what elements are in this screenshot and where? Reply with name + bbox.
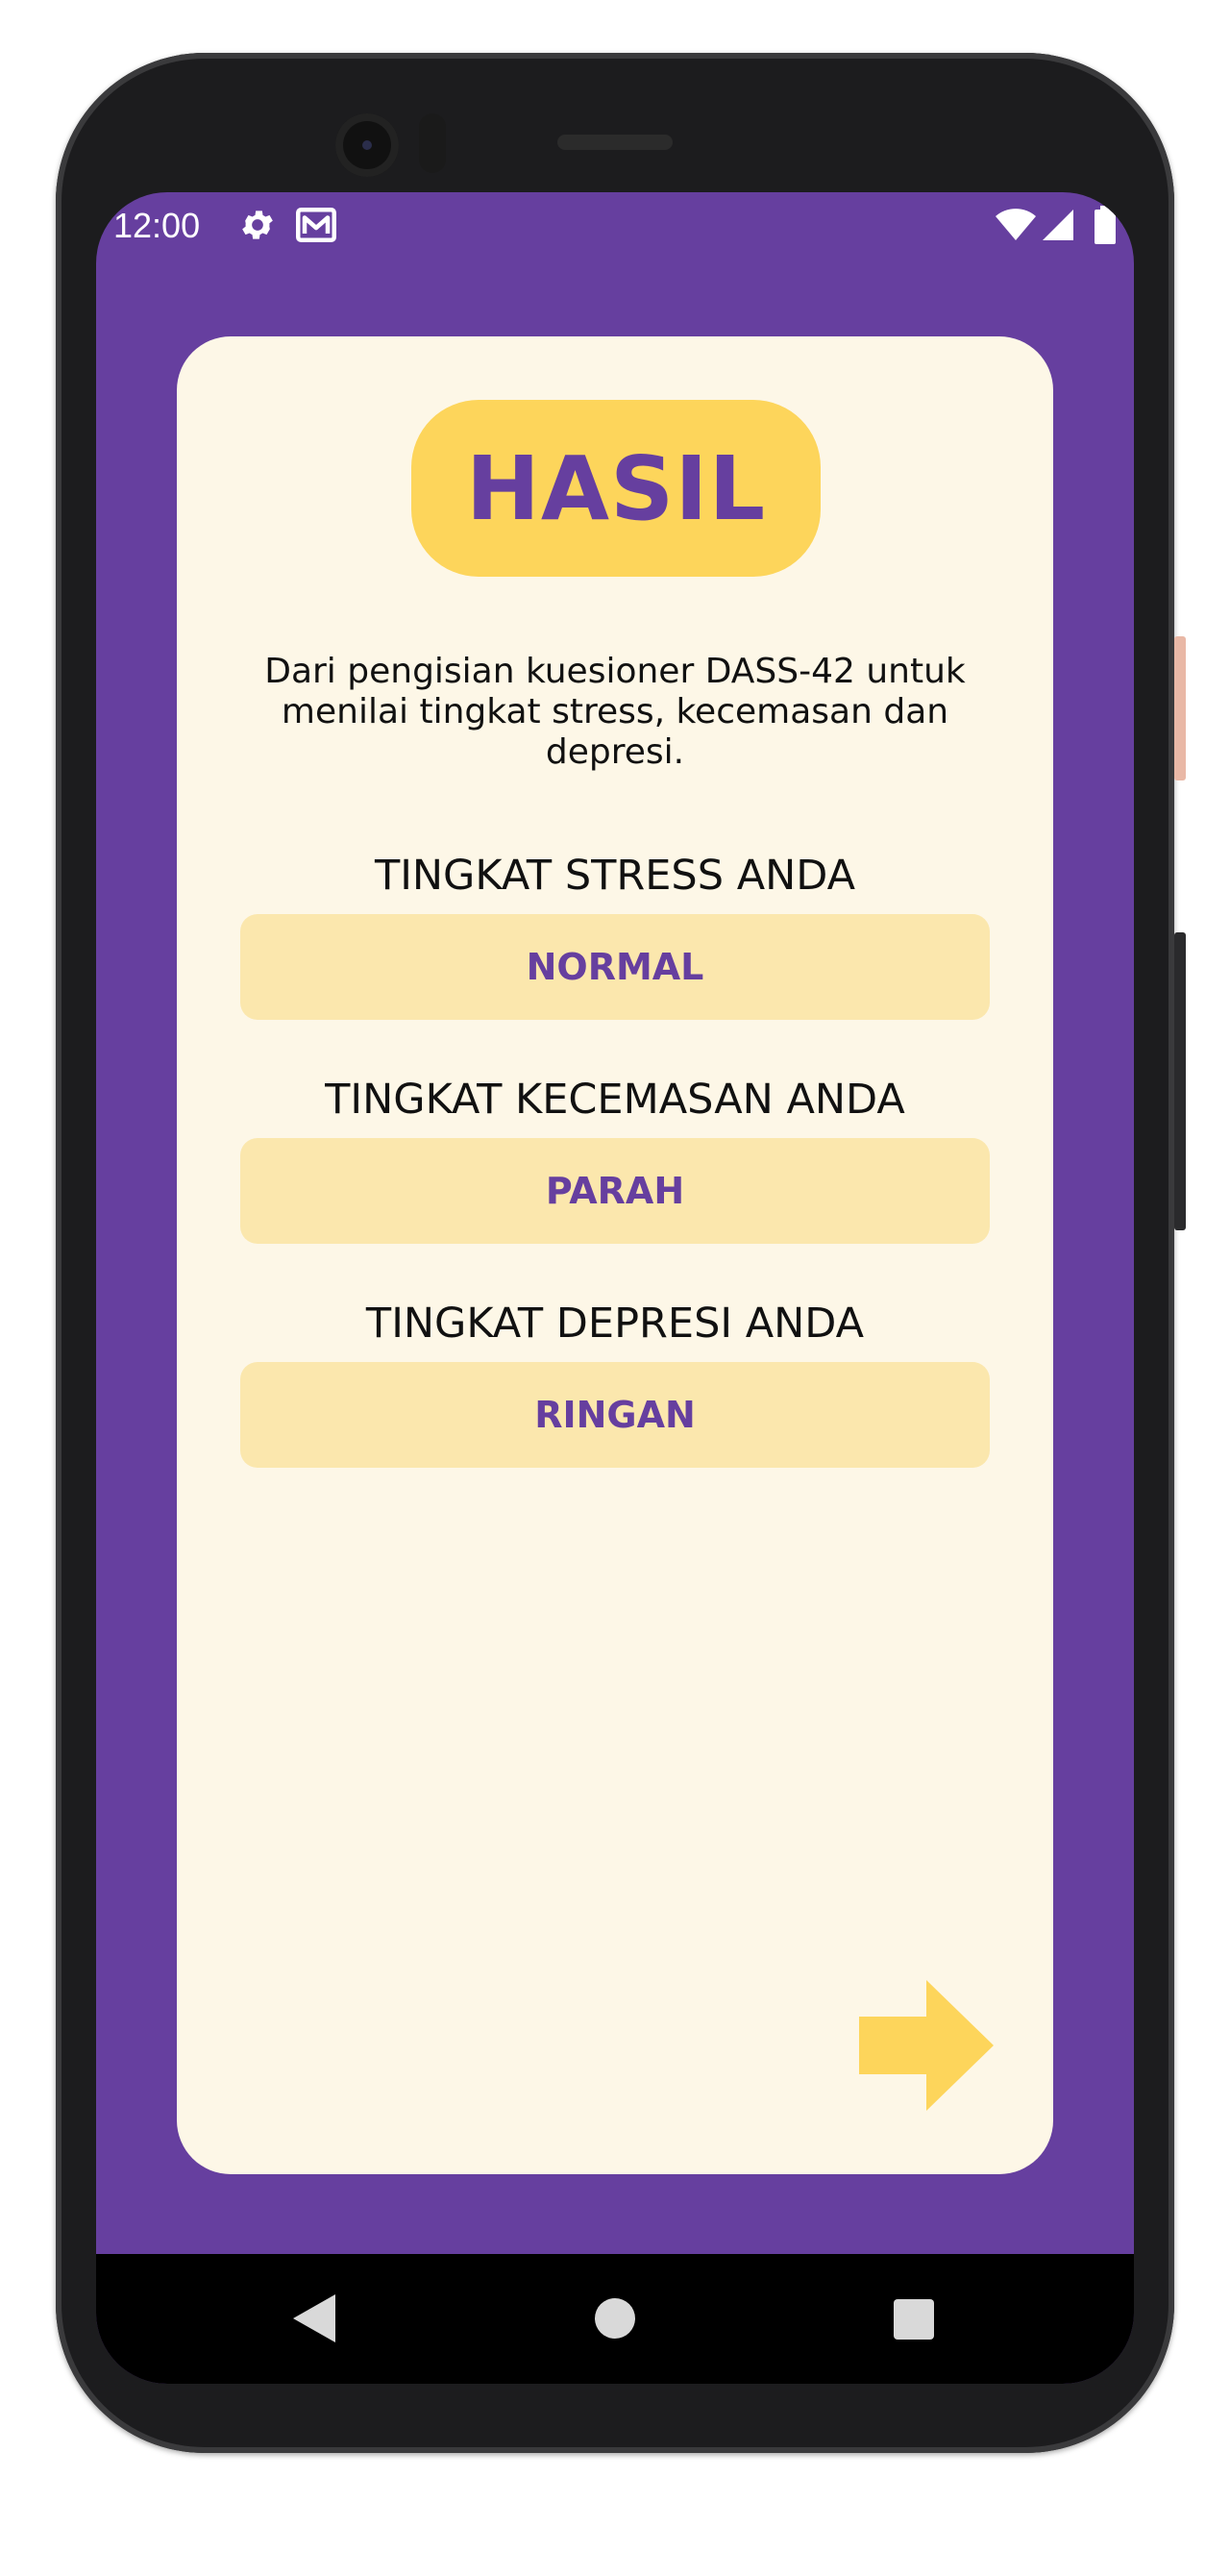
result-card: HASIL Dari pengisian kuesioner DASS-42 u… xyxy=(177,336,1053,2174)
app-screen: 12:00 HASIL Dari pengisian kuesioner DAS… xyxy=(96,192,1134,2384)
status-time: 12:00 xyxy=(113,206,201,245)
mail-icon xyxy=(296,208,336,242)
anxiety-result-value: PARAH xyxy=(545,1170,685,1212)
camera-lens xyxy=(362,140,372,150)
depression-result-box: RINGAN xyxy=(240,1362,990,1468)
anxiety-result-box: PARAH xyxy=(240,1138,990,1244)
stress-result-box: NORMAL xyxy=(240,914,990,1020)
gear-icon xyxy=(242,211,273,239)
power-button xyxy=(1174,932,1186,1230)
back-icon[interactable] xyxy=(293,2294,335,2342)
page-title: HASIL xyxy=(465,436,767,540)
signal-icon xyxy=(1043,210,1073,240)
title-badge: HASIL xyxy=(411,400,821,577)
proximity-sensor xyxy=(419,113,446,173)
wifi-icon xyxy=(996,209,1036,240)
home-icon[interactable] xyxy=(595,2298,635,2339)
side-accent xyxy=(1174,636,1186,780)
status-bar: 12:00 xyxy=(96,192,1134,260)
earpiece-speaker xyxy=(557,135,673,150)
intro-text: Dari pengisian kuesioner DASS-42 untuk m… xyxy=(264,652,966,772)
battery-icon xyxy=(1095,206,1116,244)
recents-icon[interactable] xyxy=(894,2299,934,2340)
arrow-right-icon[interactable] xyxy=(859,1980,994,2115)
stress-result-value: NORMAL xyxy=(526,946,704,988)
depression-result-value: RINGAN xyxy=(534,1394,696,1436)
anxiety-label: TINGKAT KECEMASAN ANDA xyxy=(325,1076,905,1124)
depression-label: TINGKAT DEPRESI ANDA xyxy=(365,1300,865,1348)
stress-label: TINGKAT STRESS ANDA xyxy=(374,852,856,900)
navigation-bar xyxy=(96,2254,1134,2384)
